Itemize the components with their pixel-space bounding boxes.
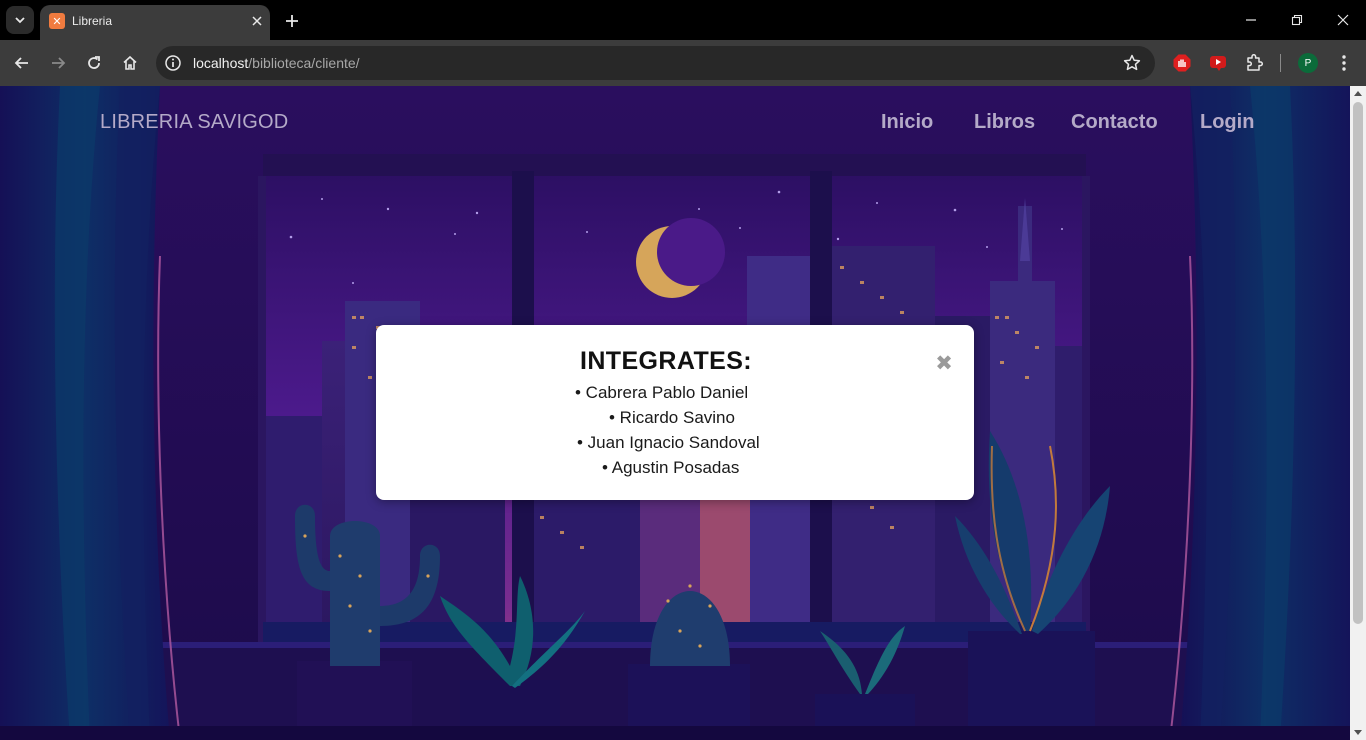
youtube-extension-icon	[1210, 56, 1226, 71]
home-button[interactable]	[118, 51, 142, 75]
url-path: /biblioteca/cliente/	[248, 55, 360, 71]
reload-button[interactable]	[82, 51, 106, 75]
scroll-up-arrow-icon[interactable]	[1354, 91, 1362, 96]
tab-title: Libreria	[72, 14, 113, 28]
scroll-down-arrow-icon[interactable]	[1354, 730, 1362, 735]
arrow-right-icon	[52, 57, 66, 69]
minimize-button[interactable]	[1237, 8, 1265, 32]
integrants-modal: INTEGRATES: ✖ • Cabrera Pablo Daniel • R…	[376, 325, 974, 500]
browser-menu-button[interactable]	[1334, 51, 1354, 75]
member-item: • Ricardo Savino	[609, 408, 735, 427]
member-item: • Cabrera Pablo Daniel	[575, 383, 749, 402]
site-brand[interactable]: LIBRERIA SAVIGOD	[100, 111, 288, 134]
nav-link-inicio[interactable]: Inicio	[881, 111, 933, 134]
member-item: • Agustin Posadas	[602, 458, 740, 477]
restore-button[interactable]	[1283, 8, 1311, 32]
modal-title: INTEGRATES:	[580, 347, 752, 375]
info-icon	[165, 55, 181, 71]
close-icon	[1337, 14, 1349, 26]
forward-button[interactable]	[46, 51, 70, 75]
page-scrollbar[interactable]	[1350, 86, 1366, 740]
adblock-icon	[1173, 54, 1191, 72]
nav-link-contacto[interactable]: Contacto	[1071, 111, 1158, 134]
tab-close-button[interactable]	[247, 11, 267, 31]
nav-link-libros[interactable]: Libros	[974, 111, 1035, 134]
address-bar[interactable]: localhost/biblioteca/cliente/	[156, 46, 1155, 80]
modal-close-button[interactable]: ✖	[934, 351, 954, 375]
browser-tab-strip: ✕ Libreria	[0, 0, 1366, 40]
new-tab-button[interactable]	[280, 9, 304, 33]
minimize-icon	[1246, 19, 1256, 21]
browser-tab[interactable]: ✕ Libreria	[40, 5, 270, 40]
page-viewport: LIBRERIA SAVIGOD Inicio Libros Contacto …	[0, 86, 1366, 740]
chevron-down-icon	[15, 17, 25, 24]
url-host: localhost	[193, 55, 249, 71]
back-button[interactable]	[10, 51, 34, 75]
nav-link-login[interactable]: Login	[1200, 111, 1254, 134]
site-info-button[interactable]	[164, 54, 182, 72]
arrow-left-icon	[14, 57, 28, 69]
reload-icon	[88, 56, 100, 69]
restore-icon	[1291, 14, 1303, 26]
url-text: localhost/biblioteca/cliente/	[193, 55, 360, 71]
bookmark-star-button[interactable]	[1122, 53, 1142, 73]
extensions-button[interactable]	[1243, 52, 1265, 74]
close-window-button[interactable]	[1329, 8, 1357, 32]
adblock-extension-button[interactable]	[1171, 52, 1193, 74]
plus-icon	[286, 15, 298, 27]
close-icon	[252, 16, 262, 26]
star-icon	[1123, 54, 1141, 71]
more-vert-icon	[1342, 55, 1346, 71]
toolbar-divider	[1280, 54, 1281, 72]
youtube-extension-button[interactable]	[1207, 52, 1229, 74]
tab-search-button[interactable]	[6, 6, 34, 34]
xampp-icon: ✕	[49, 13, 65, 29]
home-icon	[123, 55, 137, 70]
close-icon: ✖	[935, 351, 953, 375]
scrollbar-thumb[interactable]	[1353, 102, 1363, 624]
puzzle-icon	[1247, 53, 1264, 71]
browser-toolbar: localhost/biblioteca/cliente/ P	[0, 40, 1366, 86]
member-item: • Juan Ignacio Sandoval	[577, 433, 760, 452]
profile-avatar[interactable]: P	[1298, 53, 1318, 73]
